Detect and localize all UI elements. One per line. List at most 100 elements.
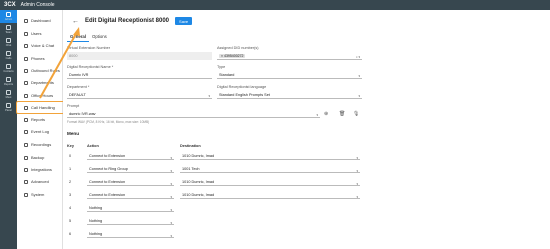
chevron-down-icon: ▾ [170, 181, 172, 186]
menu-row-destination-value: 1010 Dumric, Imad [182, 180, 215, 184]
menu-row-action-select[interactable]: Connect to Extension ▾ [87, 153, 174, 160]
menu-row-action-select[interactable]: Connect to Extension ▾ [87, 192, 174, 199]
outbound-rules-icon [24, 68, 28, 73]
sidebar-item-label: Reports [31, 117, 46, 122]
prompt-format-hint: Format WAV (PCM, 8 KHz, 16 bit, Mono, ma… [67, 120, 150, 124]
app-title: Admin Console [20, 2, 55, 8]
menu-row-destination-select[interactable]: 1001 Tech ▾ [180, 166, 360, 173]
rail-item-team[interactable]: Team [0, 23, 17, 36]
meet-icon [6, 90, 11, 95]
rail-item-label: Meet [5, 96, 12, 99]
sidebar-item-dashboard[interactable]: Dashboard [19, 16, 63, 25]
save-button[interactable]: Save [175, 17, 193, 25]
assigned-did-label: Assigned DID number(s) [217, 46, 259, 50]
rail-item-label: Reports [3, 83, 14, 86]
prompt-select[interactable]: dumric IVR.wav ▾ [67, 110, 320, 118]
rail-item-chat[interactable]: Chat [0, 36, 17, 49]
rail-item-contacts[interactable]: Contacts [0, 62, 17, 75]
sidebar-item-label: Office Hours [31, 93, 54, 98]
sidebar-item-office-hours[interactable]: Office Hours [19, 91, 63, 100]
rail-item-meet[interactable]: Meet [0, 88, 17, 101]
menu-row-action-value: Connect to Extension [89, 180, 126, 184]
chevron-down-icon[interactable]: × ▾ [356, 55, 360, 59]
menu-row-action-select[interactable]: Nothing ▾ [87, 218, 174, 225]
name-field[interactable]: Dumric IVR [67, 71, 212, 79]
chevron-down-icon: ▾ [356, 194, 358, 199]
sidebar-item-label: Voice & Chat [31, 43, 55, 48]
chevron-down-icon: ▾ [208, 93, 210, 98]
rail-item-label: Chat [5, 44, 12, 47]
call-handling-highlight [16, 101, 66, 114]
sidebar-item-label: Integrations [31, 167, 52, 172]
menu-row-action-value: Nothing [89, 232, 103, 236]
chevron-down-icon: ▾ [356, 168, 358, 173]
microphone-icon[interactable]: 🎙 [353, 111, 359, 117]
menu-row-destination-select[interactable]: 1010 Dumric, Imad ▾ [180, 153, 360, 160]
back-arrow-icon[interactable]: ← [72, 18, 79, 25]
app-logo: 3CX [4, 2, 16, 8]
sidebar-item-system[interactable]: System [19, 190, 63, 199]
key-column-header: Key [67, 144, 74, 148]
type-select[interactable]: Standard ▾ [217, 71, 362, 79]
menu-row-key: 3 [69, 193, 72, 197]
sidebar-item-users[interactable]: Users [19, 29, 63, 38]
menu-row-action-select[interactable]: Nothing ▾ [87, 231, 174, 238]
chevron-down-icon: ▾ [356, 155, 358, 160]
menu-row-action-value: Nothing [89, 219, 103, 223]
menu-row-key: 6 [69, 232, 72, 236]
menu-row-action-select[interactable]: Connect to Ring Group ▾ [87, 166, 174, 173]
sidebar-item-reports[interactable]: Reports [19, 115, 63, 124]
prompt-value: dumric IVR.wav [69, 111, 96, 116]
rail-item-admin[interactable]: Admin [0, 10, 17, 23]
menu-row-destination-select[interactable]: 1010 Dumric, Imad ▾ [180, 192, 360, 199]
tab-general[interactable]: General [67, 33, 90, 42]
sidebar-item-departments[interactable]: Departments [19, 78, 63, 87]
tab-options[interactable]: Options [89, 33, 110, 42]
department-label: Department * [67, 85, 90, 89]
rail-item-calls[interactable]: Calls [0, 49, 17, 62]
rail-item-panel[interactable]: Panel [0, 101, 17, 114]
menu-row-action-select[interactable]: Nothing ▾ [87, 205, 174, 212]
chevron-down-icon: ▾ [316, 112, 318, 117]
department-select[interactable]: DEFAULT ▾ [67, 91, 212, 99]
delete-icon[interactable]: 🗑 [339, 111, 345, 117]
sidebar-item-backup[interactable]: Backup [19, 153, 63, 162]
menu-row-key: 0 [69, 154, 72, 158]
sidebar-item-label: Advanced [31, 179, 49, 184]
menu-row-destination-select[interactable]: 1010 Dumric, Imad ▾ [180, 179, 360, 186]
chevron-down-icon: ▾ [356, 181, 358, 186]
sidebar-item-event-log[interactable]: Event Log [19, 127, 63, 136]
menu-row-action-value: Connect to Extension [89, 154, 126, 158]
rail-item-label: Calls [5, 57, 12, 60]
chat-icon [6, 38, 11, 43]
add-prompt-icon[interactable]: ⊕ [324, 111, 328, 117]
sidebar-item-advanced[interactable]: Advanced [19, 177, 63, 186]
language-select[interactable]: Standard English Prompts Set ▾ [217, 91, 362, 99]
rail-item-reports[interactable]: Reports [0, 75, 17, 88]
sidebar-item-label: Phones [31, 56, 45, 61]
sidebar-item-voice-chat[interactable]: Voice & Chat [19, 41, 63, 50]
top-bar: 3CX Admin Console [0, 0, 550, 10]
departments-icon [24, 80, 28, 85]
type-label: Type [217, 65, 226, 69]
chevron-down-icon: ▾ [358, 93, 360, 98]
chevron-down-icon: ▾ [170, 168, 172, 173]
icon-rail: Admin Team Chat Calls Contacts Reports Meet Pan… [0, 10, 17, 249]
sidebar-item-integrations[interactable]: Integrations [19, 165, 63, 174]
sidebar-item-label: Backup [31, 155, 45, 160]
menu-row-action-value: Nothing [89, 206, 103, 210]
contacts-icon [6, 64, 11, 69]
sidebar-item-outbound-rules[interactable]: Outbound Rules [19, 66, 63, 75]
panel-icon [6, 103, 11, 108]
sidebar-item-label: Event Log [31, 129, 50, 134]
action-column-header: Action [87, 144, 99, 148]
sidebar-item-recordings[interactable]: Recordings [19, 140, 63, 149]
rail-item-label: Contacts [3, 70, 14, 73]
assigned-did-field[interactable]: × 4395400272 × ▾ [217, 52, 362, 60]
dashboard-icon [24, 18, 28, 23]
did-tag[interactable]: × 4395400272 [219, 53, 246, 58]
calls-icon [6, 51, 11, 56]
menu-row-action-select[interactable]: Connect to Extension ▾ [87, 179, 174, 186]
sidebar-item-phones[interactable]: Phones [19, 54, 63, 63]
department-value: DEFAULT [69, 92, 86, 97]
